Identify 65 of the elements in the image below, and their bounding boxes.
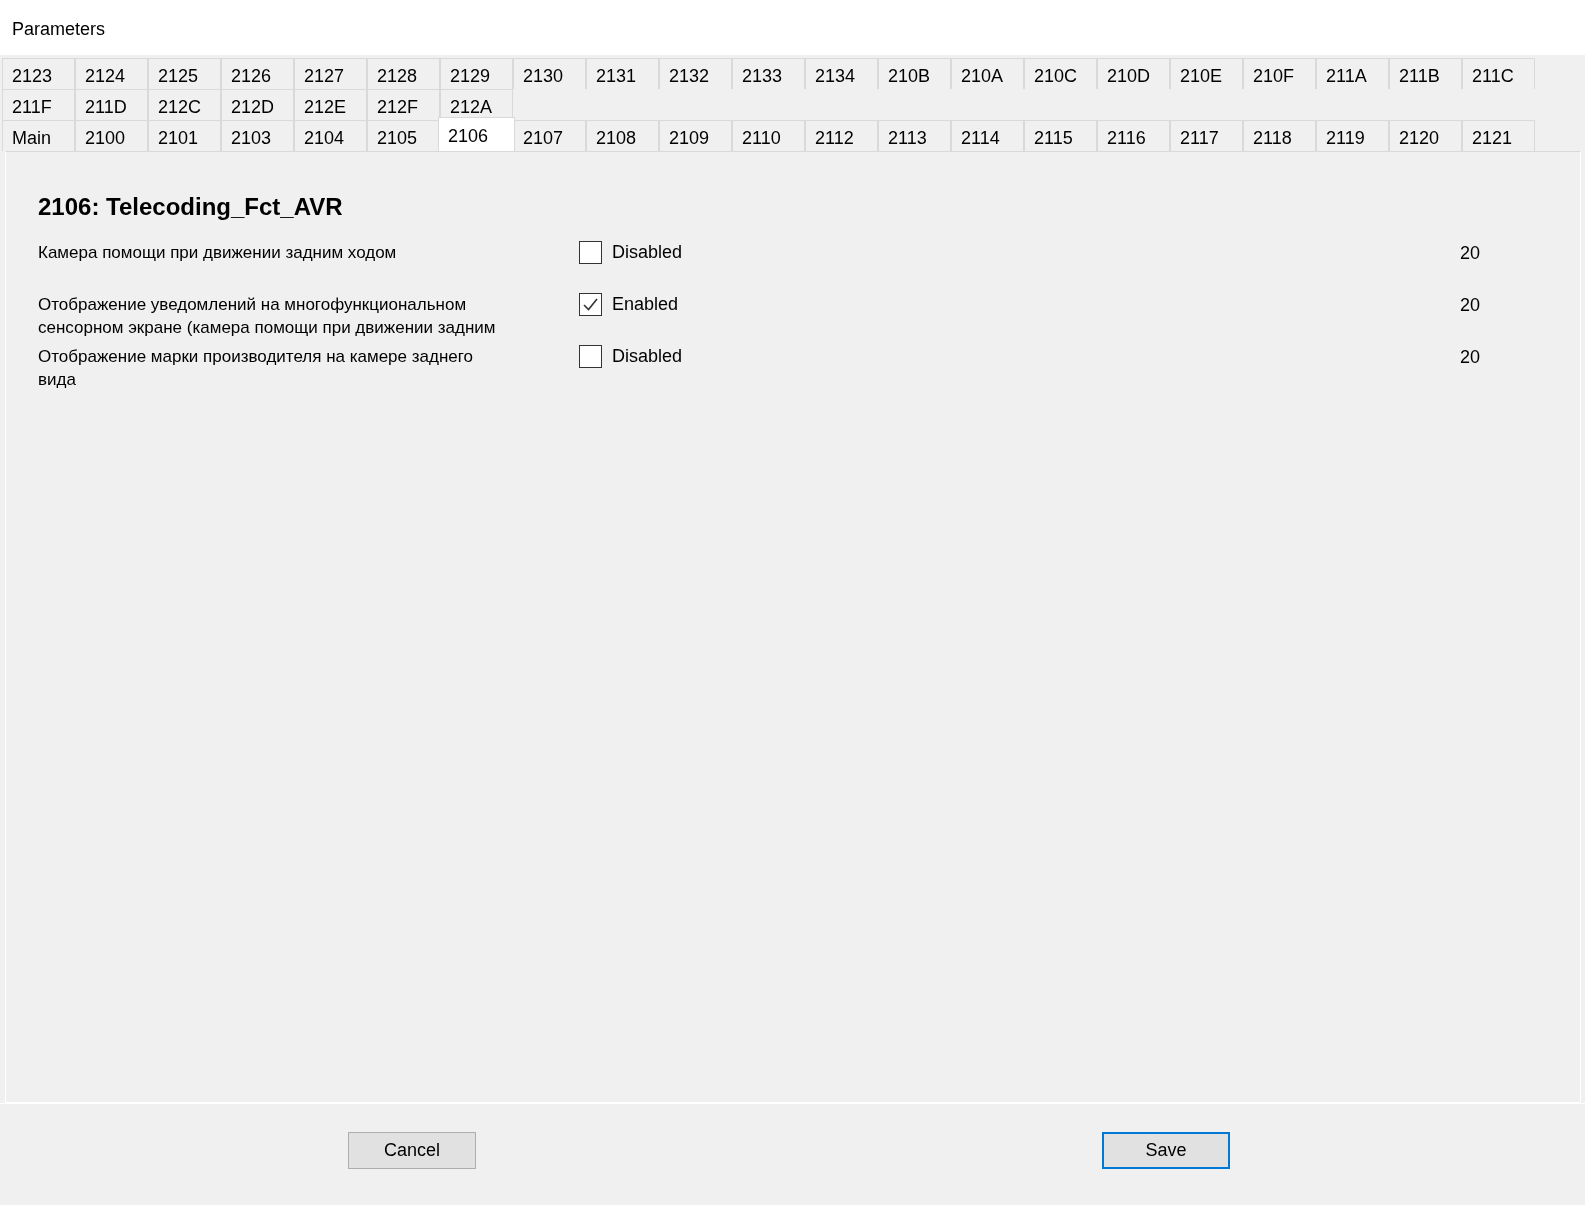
tab[interactable]: 2110 — [732, 120, 805, 151]
tab[interactable]: 2114 — [951, 120, 1024, 151]
parameter-label: Отображение марки производителя на камере заднего вида — [38, 346, 475, 391]
tab[interactable]: 2113 — [878, 120, 951, 151]
tab[interactable]: 210E — [1170, 58, 1243, 89]
tab[interactable]: 2131 — [586, 58, 659, 89]
tab[interactable]: 2101 — [148, 120, 221, 151]
tab[interactable]: 211B — [1389, 58, 1462, 89]
tab[interactable]: 2134 — [805, 58, 878, 89]
parameter-value: 20 — [1460, 294, 1481, 317]
tab[interactable]: 2120 — [1389, 120, 1462, 151]
tab[interactable]: 2104 — [294, 120, 367, 151]
save-button[interactable]: Save — [1102, 1132, 1230, 1169]
checkbox-label: Disabled — [612, 241, 684, 263]
tab[interactable]: 2100 — [75, 120, 148, 151]
tab[interactable]: 2107 — [513, 120, 586, 151]
tab[interactable]: 2130 — [513, 58, 586, 89]
checkbox[interactable] — [579, 241, 602, 264]
tab[interactable]: 2115 — [1024, 120, 1097, 151]
tab[interactable]: 2126 — [221, 58, 294, 89]
tab[interactable]: 2116 — [1097, 120, 1170, 151]
checkbox-label: Disabled — [612, 345, 684, 367]
tab[interactable]: 211C — [1462, 58, 1535, 89]
tab[interactable]: 2105 — [367, 120, 440, 151]
tab[interactable]: 2109 — [659, 120, 732, 151]
tab[interactable]: 210F — [1243, 58, 1316, 89]
checkbox[interactable] — [579, 345, 602, 368]
parameter-label: Отображение уведомлений на многофункциональном сенсорном экране (камера помощи при движении задним — [38, 294, 497, 339]
tab[interactable]: 2133 — [732, 58, 805, 89]
parameter-value: 20 — [1460, 242, 1481, 265]
checkbox-label: Enabled — [612, 293, 680, 315]
tab[interactable]: 211A — [1316, 58, 1389, 89]
window-title: Parameters — [0, 0, 1585, 55]
tab[interactable]: 2123 — [2, 58, 75, 89]
tab[interactable]: 2112 — [805, 120, 878, 151]
tab[interactable]: 2108 — [586, 120, 659, 151]
tab[interactable]: 212F — [367, 89, 440, 120]
tab[interactable]: 2117 — [1170, 120, 1243, 151]
tab[interactable]: 212E — [294, 89, 367, 120]
tab[interactable]: 2103 — [221, 120, 294, 151]
tab[interactable]: 2129 — [440, 58, 513, 89]
tab[interactable]: 211F — [2, 89, 75, 120]
tab[interactable]: Main — [2, 120, 75, 151]
tab[interactable]: 210B — [878, 58, 951, 89]
checkbox[interactable] — [579, 293, 602, 316]
parameter-value: 20 — [1460, 346, 1481, 369]
tab[interactable]: 2124 — [75, 58, 148, 89]
tab[interactable]: 2119 — [1316, 120, 1389, 151]
tab[interactable]: 2127 — [294, 58, 367, 89]
parameter-label: Камера помощи при движении задним ходом — [38, 242, 398, 264]
tab[interactable]: 210C — [1024, 58, 1097, 89]
tab[interactable]: 212C — [148, 89, 221, 120]
tab[interactable]: 211D — [75, 89, 148, 120]
tab[interactable]: 210A — [951, 58, 1024, 89]
check-icon — [582, 296, 599, 313]
tab[interactable]: 2121 — [1462, 120, 1535, 151]
cancel-button[interactable]: Cancel — [348, 1132, 476, 1169]
tab[interactable]: 212D — [221, 89, 294, 120]
tab[interactable]: 2132 — [659, 58, 732, 89]
tab[interactable]: 2106 — [438, 117, 515, 151]
section-heading: 2106: Telecoding_Fct_AVR — [38, 192, 344, 222]
tab[interactable]: 210D — [1097, 58, 1170, 89]
tab[interactable]: 2125 — [148, 58, 221, 89]
tab[interactable]: 2128 — [367, 58, 440, 89]
tab[interactable]: 2118 — [1243, 120, 1316, 151]
